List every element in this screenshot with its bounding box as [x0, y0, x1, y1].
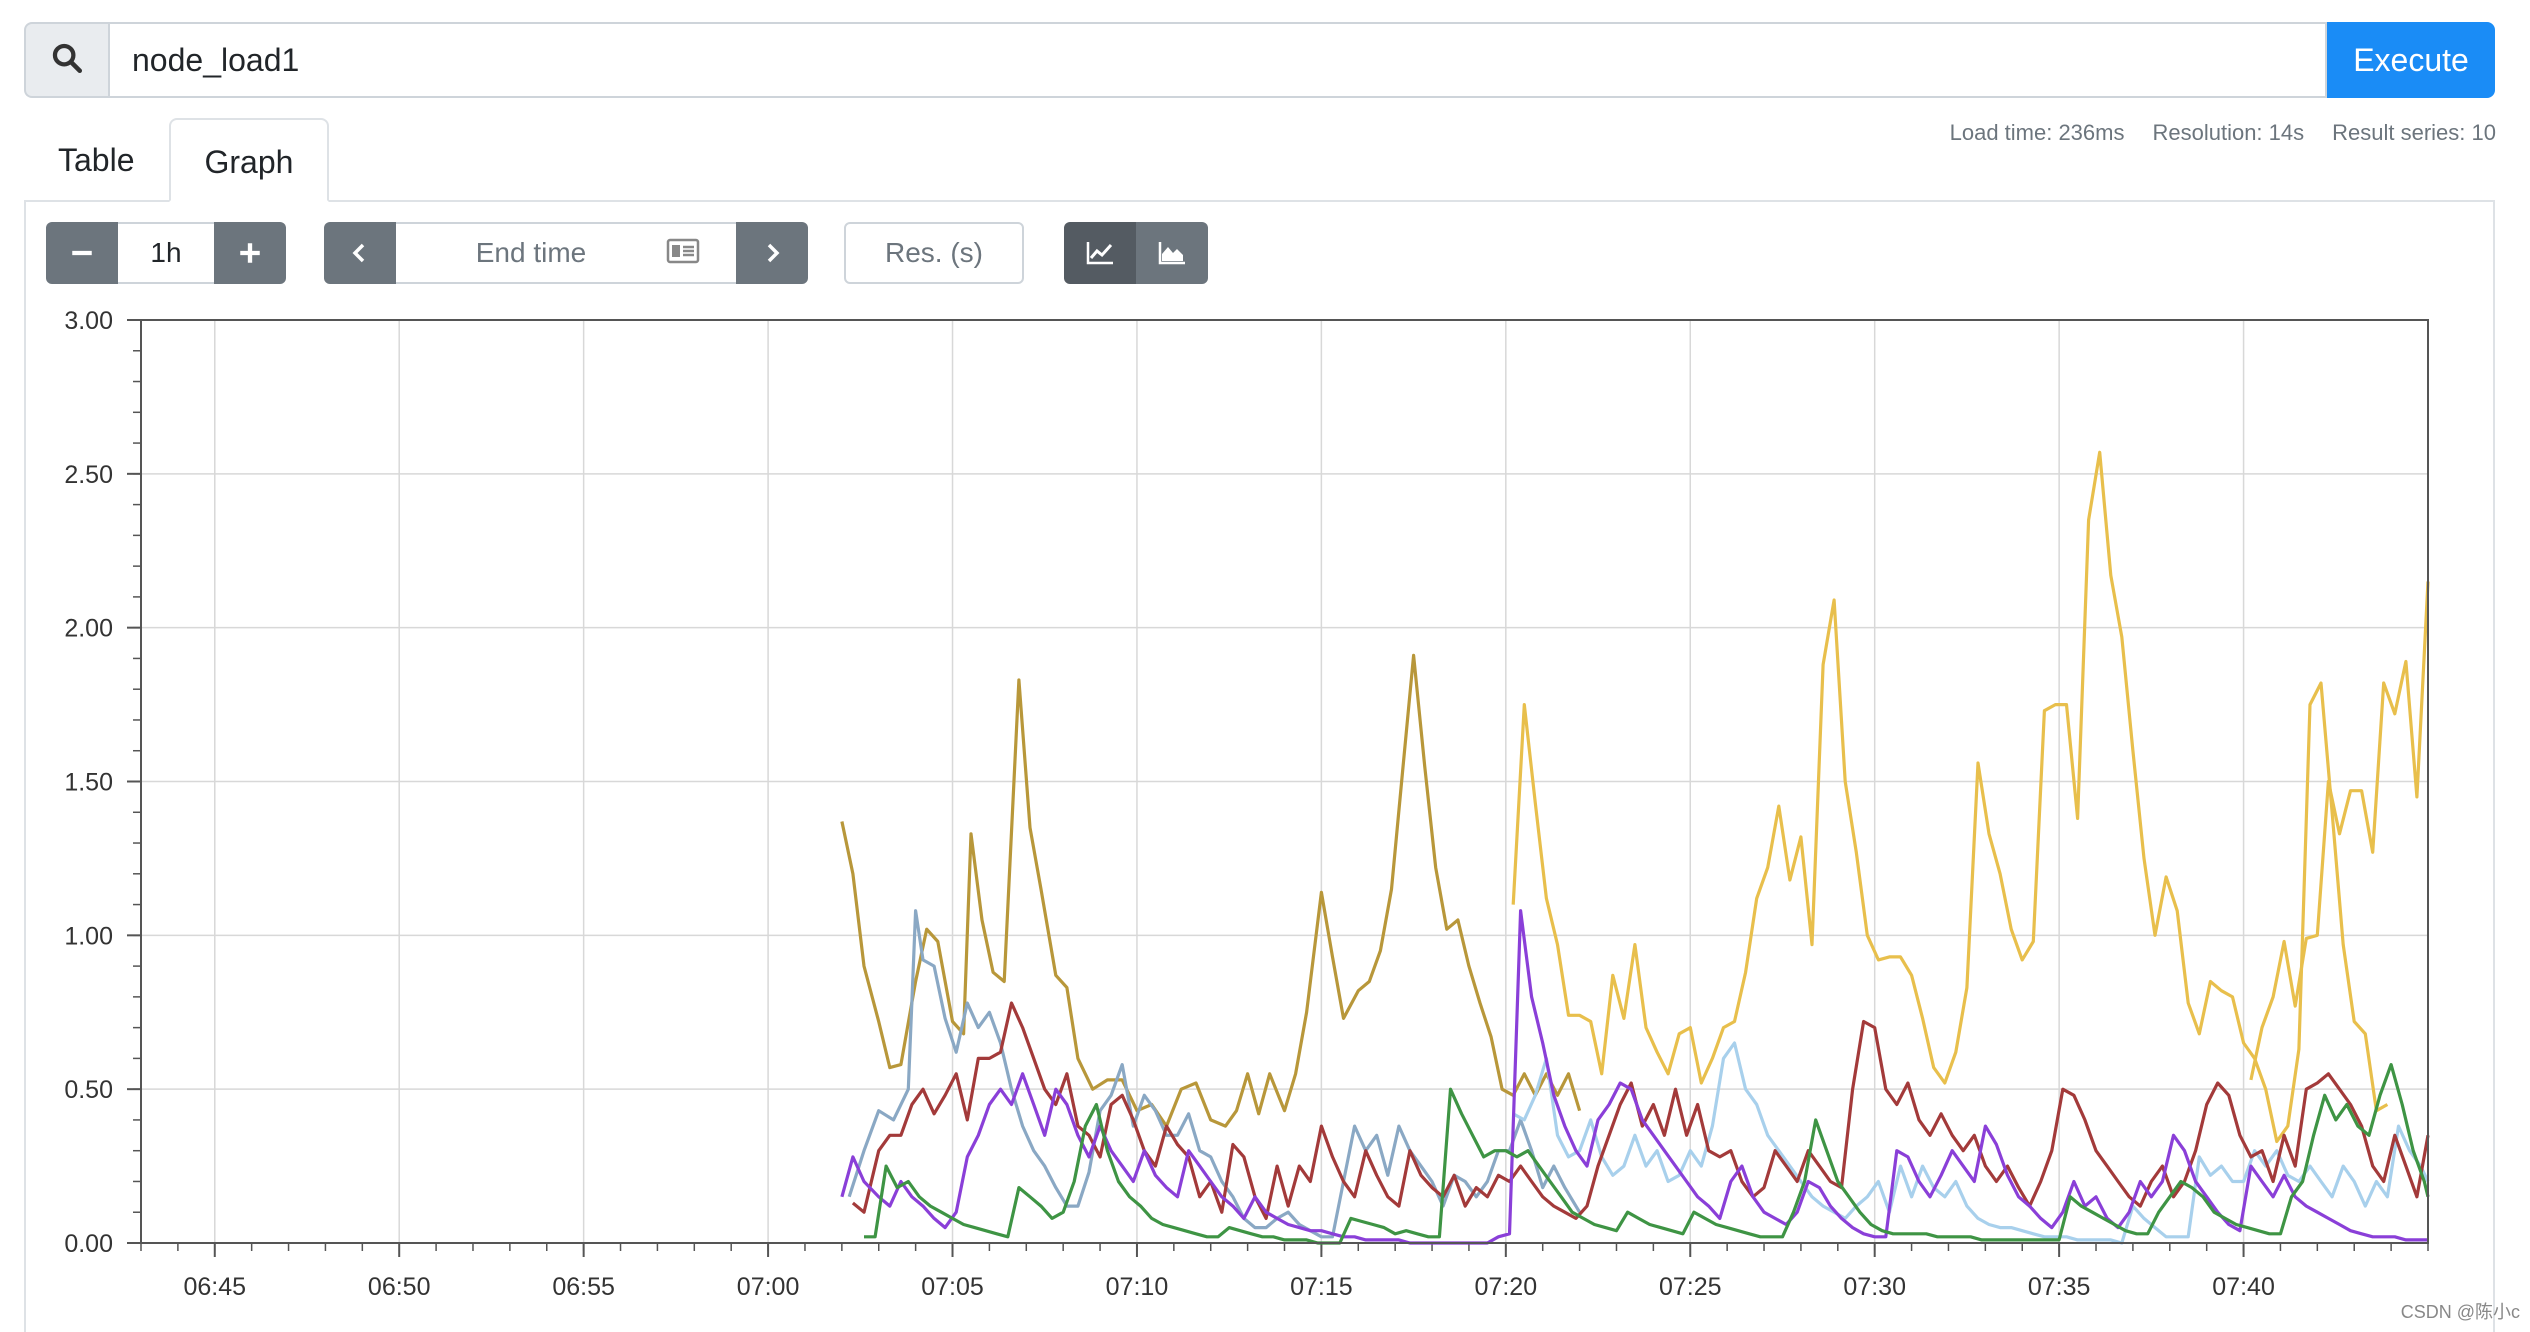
- x-tick-label: 07:30: [1843, 1273, 1906, 1301]
- y-tick-label: 1.00: [64, 922, 113, 950]
- y-tick-label: 0.50: [64, 1076, 113, 1104]
- x-tick-label: 07:25: [1659, 1273, 1722, 1301]
- x-tick-label: 06:45: [183, 1273, 246, 1301]
- x-tick-label: 06:50: [368, 1273, 431, 1301]
- x-tick-label: 07:05: [921, 1273, 984, 1301]
- series-line-3: [2249, 581, 2430, 1081]
- x-tick-label: 07:10: [1106, 1273, 1169, 1301]
- y-tick-label: 2.00: [64, 615, 113, 643]
- x-tick-label: 07:35: [2028, 1273, 2091, 1301]
- tab-graph[interactable]: Graph: [168, 118, 330, 202]
- y-tick-label: 2.50: [64, 461, 113, 489]
- watermark: CSDN @陈小c: [2400, 1302, 2520, 1322]
- series-line-2: [1511, 450, 2389, 1144]
- x-tick-label: 07:40: [2212, 1273, 2275, 1301]
- x-tick-label: 07:20: [1475, 1273, 1538, 1301]
- graph-chart: 0.00 0.50 1.00 1.50 2.00 2.50 3.00 06:45 06:50 0…: [64, 307, 2430, 1301]
- y-tick-label: 1.50: [64, 769, 113, 797]
- y-tick-label: 0.00: [64, 1230, 113, 1258]
- x-tick-label: 07:00: [737, 1273, 800, 1301]
- x-tick-label: 06:55: [552, 1273, 615, 1301]
- y-tick-label: 3.00: [64, 307, 113, 335]
- x-tick-label: 07:15: [1290, 1273, 1353, 1301]
- series-line-7: [840, 909, 2428, 1245]
